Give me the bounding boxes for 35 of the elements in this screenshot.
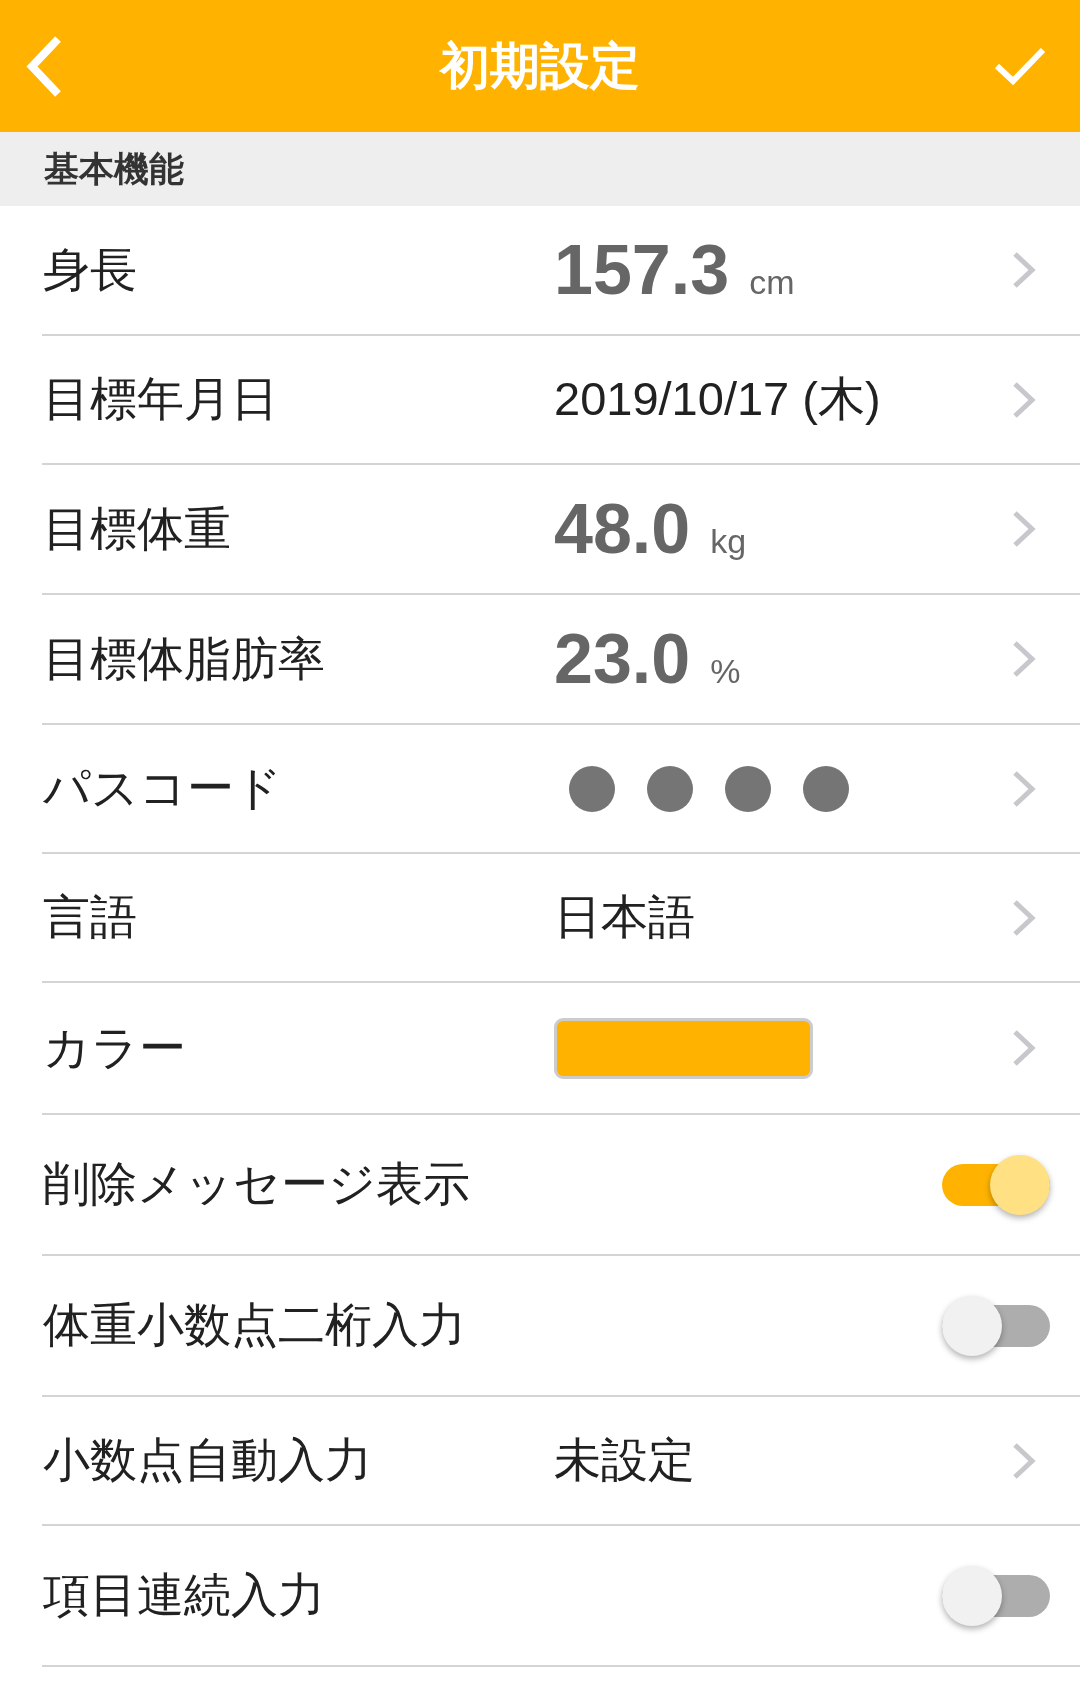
check-icon[interactable]	[994, 47, 1046, 85]
setting-label: 目標体重	[42, 500, 232, 557]
value-text: 2019/10/17 (木)	[554, 371, 881, 428]
value-number: 48.0	[554, 494, 691, 564]
chevron-icon[interactable]	[1012, 510, 1038, 548]
back-icon[interactable]	[26, 35, 63, 97]
toggle-switch[interactable]	[942, 1295, 1050, 1356]
toggle-switch[interactable]	[942, 1154, 1050, 1215]
value-text: 日本語	[554, 889, 695, 946]
unit-label: cm	[749, 265, 795, 299]
value-text: 未設定	[554, 1432, 695, 1489]
chevron-icon[interactable]	[1012, 380, 1038, 419]
chevron-icon[interactable]	[1012, 769, 1038, 808]
setting-label: 目標年月日	[42, 371, 279, 428]
section-header: 基本機能	[0, 132, 1080, 206]
setting-label: 目標体脂肪率	[42, 630, 326, 687]
setting-label: 体重小数点二桁入力	[42, 1297, 467, 1354]
chevron-icon[interactable]	[1012, 251, 1038, 289]
setting-label: 小数点自動入力	[42, 1432, 373, 1489]
unit-label: kg	[710, 524, 747, 558]
toggle-switch[interactable]	[942, 1565, 1050, 1626]
setting-label: 削除メッセージ表示	[42, 1156, 471, 1213]
setting-label: 身長	[42, 241, 138, 298]
setting-label: 言語	[42, 889, 138, 946]
value-number: 23.0	[554, 624, 691, 694]
chevron-icon[interactable]	[1012, 640, 1038, 678]
setting-label: カラー	[42, 1019, 187, 1076]
value-number: 157.3	[554, 235, 730, 305]
screen-title: 初期設定	[440, 37, 640, 96]
chevron-icon[interactable]	[1012, 1029, 1038, 1067]
setting-label: 項目連続入力	[42, 1567, 326, 1624]
unit-label: %	[710, 654, 741, 688]
setting-label: パスコード	[42, 760, 283, 817]
chevron-icon[interactable]	[1012, 898, 1038, 937]
chevron-icon[interactable]	[1012, 1441, 1038, 1480]
